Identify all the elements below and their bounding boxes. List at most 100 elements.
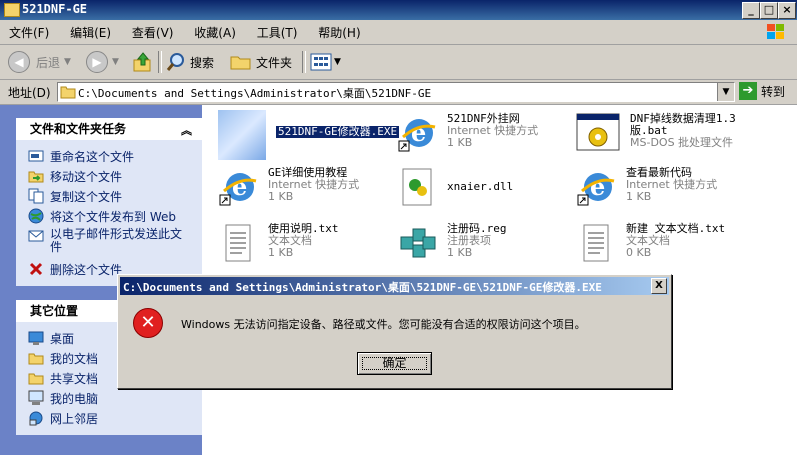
task-label: 重命名这个文件	[50, 150, 135, 164]
task-label: 移动这个文件	[50, 170, 123, 184]
minimize-button[interactable]: _	[742, 2, 760, 19]
file-item[interactable]: e 查看最新代码 Internet 快捷方式 1 KB	[576, 167, 717, 207]
search-label: 搜索	[190, 55, 215, 70]
back-button[interactable]: ◀ 后退 ▼	[8, 51, 71, 73]
windows-logo-icon	[767, 24, 784, 39]
task-publish-web[interactable]: 将这个文件发布到 Web	[28, 208, 176, 225]
toolbar: ◀ 后退 ▼ ▶ ▼ 搜索 文件夹 ▼	[0, 45, 797, 80]
folders-button[interactable]: 文件夹	[230, 51, 292, 73]
back-arrow-icon: ◀	[8, 51, 30, 73]
menu-file[interactable]: 文件(F)	[0, 20, 57, 41]
views-button[interactable]: ▼	[310, 51, 341, 73]
task-copy[interactable]: 复制这个文件	[28, 188, 122, 205]
place-my-documents[interactable]: 我的文档	[28, 350, 98, 367]
dialog-title-bar[interactable]: C:\Documents and Settings\Administrator\…	[120, 277, 669, 295]
menu-view[interactable]: 查看(V)	[123, 20, 182, 41]
address-input[interactable]: C:\Documents and Settings\Administrator\…	[57, 82, 735, 102]
file-name: DNF掉线数据清理1.3版.bat	[630, 112, 736, 137]
folder-icon	[4, 3, 20, 17]
window-title-bar[interactable]: 521DNF-GE _ □ ×	[0, 0, 797, 20]
file-type: MS-DOS 批处理文件	[630, 136, 734, 149]
file-tasks-panel: 文件和文件夹任务 ︽ 重命名这个文件 移动这个文件 复制这个文件 将这个文件发布…	[16, 118, 202, 286]
up-folder-button[interactable]	[132, 51, 154, 73]
file-size: 1 KB	[447, 136, 473, 149]
task-move[interactable]: 移动这个文件	[28, 168, 122, 185]
collapse-chevron-icon[interactable]: ︽	[181, 120, 192, 142]
text-file-icon	[225, 224, 251, 262]
address-path: C:\Documents and Settings\Administrator\…	[78, 87, 432, 100]
internet-shortcut-icon: e	[577, 172, 615, 206]
forward-arrow-icon: ▶	[86, 51, 108, 73]
task-rename[interactable]: 重命名这个文件	[28, 148, 134, 165]
file-size: 1 KB	[626, 190, 652, 203]
task-delete[interactable]: 删除这个文件	[28, 261, 122, 278]
file-item[interactable]: DNF掉线数据清理1.3版.bat MS-DOS 批处理文件	[576, 113, 760, 153]
file-item[interactable]: 使用说明.txt 文本文档 1 KB	[218, 223, 339, 263]
file-item[interactable]: e GE详细使用教程 Internet 快捷方式 1 KB	[218, 167, 359, 207]
place-label: 桌面	[50, 332, 75, 346]
menu-help[interactable]: 帮助(H)	[309, 20, 368, 41]
dialog-message: Windows 无法访问指定设备、路径或文件。您可能没有合适的权限访问这个项目。	[181, 318, 586, 331]
file-item[interactable]: 521DNF-GE修改器.EXE	[218, 110, 400, 160]
globe-icon	[28, 208, 44, 224]
go-button[interactable]: ➔ 转到	[739, 82, 785, 100]
maximize-button[interactable]: □	[760, 2, 778, 19]
up-folder-icon	[133, 52, 151, 72]
copy-icon	[28, 188, 44, 204]
file-tasks-title: 文件和文件夹任务	[30, 122, 127, 136]
file-name: xnaier.dll	[447, 180, 514, 193]
back-label: 后退	[36, 55, 61, 70]
search-button[interactable]: 搜索	[166, 51, 214, 73]
move-icon	[28, 171, 44, 183]
exe-thumbnail-icon	[218, 110, 266, 160]
computer-icon	[28, 390, 44, 405]
go-label: 转到	[761, 84, 786, 99]
file-item[interactable]: xnaier.dll	[397, 167, 513, 207]
text-file-icon	[583, 224, 609, 262]
place-network[interactable]: 网上邻居	[28, 410, 98, 427]
place-shared-documents[interactable]: 共享文档	[28, 370, 98, 387]
dropdown-arrow-icon: ▼	[64, 57, 71, 67]
file-name: 521DNF-GE修改器.EXE	[276, 125, 400, 138]
dialog-title: C:\Documents and Settings\Administrator\…	[123, 281, 602, 294]
menu-tools[interactable]: 工具(T)	[248, 20, 306, 41]
file-tasks-header[interactable]: 文件和文件夹任务 ︽	[16, 118, 202, 140]
ok-button[interactable]: 确定	[357, 352, 432, 375]
task-email[interactable]: 以电子邮件形式发送此文件	[28, 228, 188, 254]
error-icon: ✕	[133, 308, 163, 338]
file-item[interactable]: 注册码.reg 注册表项 1 KB	[397, 223, 507, 263]
internet-shortcut-icon: e	[398, 118, 436, 152]
toolbar-separator	[302, 51, 306, 73]
folders-label: 文件夹	[256, 55, 293, 70]
task-label: 复制这个文件	[50, 190, 123, 204]
task-label: 将这个文件发布到 Web	[50, 210, 176, 224]
address-label: 地址(D)	[8, 86, 51, 100]
svg-text:e: e	[232, 172, 247, 201]
dropdown-arrow-icon: ▼	[334, 57, 341, 67]
dialog-close-button[interactable]: X	[651, 278, 667, 294]
address-dropdown-arrow-icon[interactable]: ▼	[717, 83, 734, 101]
rename-icon	[28, 150, 44, 162]
network-icon	[29, 411, 43, 426]
registry-file-icon	[400, 228, 436, 258]
email-icon	[28, 230, 44, 242]
go-arrow-icon: ➔	[739, 82, 757, 100]
search-icon	[166, 53, 184, 71]
place-label: 共享文档	[50, 372, 99, 386]
place-my-computer[interactable]: 我的电脑	[28, 390, 98, 407]
forward-button[interactable]: ▶ ▼	[86, 51, 119, 73]
close-button[interactable]: ×	[778, 2, 796, 19]
desktop-icon	[28, 331, 44, 345]
menu-edit[interactable]: 编辑(E)	[61, 20, 119, 41]
dll-file-icon	[402, 168, 432, 206]
menu-favorites[interactable]: 收藏(A)	[185, 20, 244, 41]
shared-folder-icon	[28, 373, 44, 385]
batch-file-icon	[576, 113, 620, 151]
place-desktop[interactable]: 桌面	[28, 330, 74, 347]
file-size: 1 KB	[447, 246, 473, 259]
place-label: 网上邻居	[50, 412, 99, 426]
views-icon	[310, 53, 332, 71]
file-item[interactable]: 新建 文本文档.txt 文本文档 0 KB	[576, 223, 725, 263]
file-item[interactable]: e 521DNF外挂网 Internet 快捷方式 1 KB	[397, 113, 538, 153]
folder-icon	[60, 86, 76, 99]
